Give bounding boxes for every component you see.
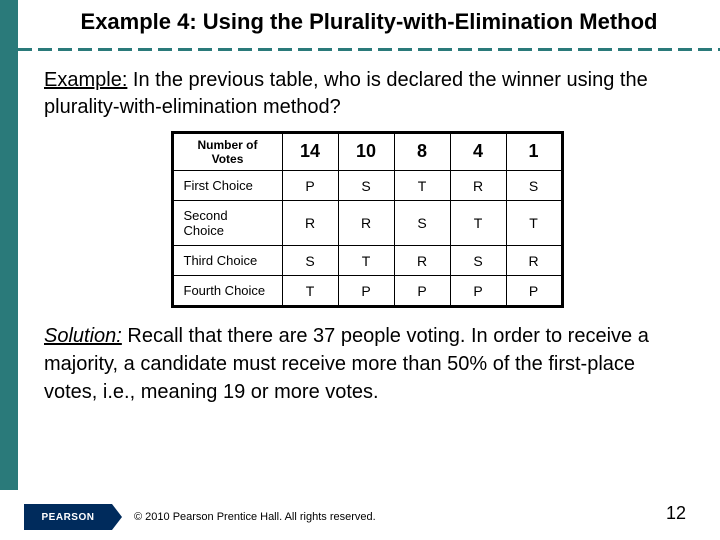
- cell: T: [506, 201, 562, 246]
- cell: P: [506, 276, 562, 307]
- solution-paragraph: Solution: Recall that there are 37 peopl…: [44, 322, 690, 406]
- header-label: Number of Votes: [172, 132, 282, 171]
- slide-content: Example: In the previous table, who is d…: [0, 57, 720, 407]
- cell: S: [506, 171, 562, 201]
- table-row: Fourth Choice T P P P P: [172, 276, 562, 307]
- cell: T: [450, 201, 506, 246]
- solution-text: Recall that there are 37 people voting. …: [44, 325, 649, 403]
- cell: R: [338, 201, 394, 246]
- cell: S: [282, 246, 338, 276]
- cell: P: [394, 276, 450, 307]
- dashed-divider: [18, 43, 720, 57]
- cell: R: [450, 171, 506, 201]
- cell: P: [338, 276, 394, 307]
- cell: R: [506, 246, 562, 276]
- col-4: 4: [450, 132, 506, 171]
- cell: S: [394, 201, 450, 246]
- slide-footer: PEARSON © 2010 Pearson Prentice Hall. Al…: [0, 494, 720, 540]
- col-1: 1: [506, 132, 562, 171]
- cell: T: [338, 246, 394, 276]
- row-label: Third Choice: [172, 246, 282, 276]
- cell: R: [394, 246, 450, 276]
- cell: P: [450, 276, 506, 307]
- pearson-logo: PEARSON: [24, 504, 112, 530]
- col-14: 14: [282, 132, 338, 171]
- example-paragraph: Example: In the previous table, who is d…: [44, 67, 690, 121]
- preference-table-wrap: Number of Votes 14 10 8 4 1 First Choice…: [44, 131, 690, 309]
- copyright-text: © 2010 Pearson Prentice Hall. All rights…: [134, 511, 376, 523]
- cell: S: [338, 171, 394, 201]
- table-row: Second Choice R R S T T: [172, 201, 562, 246]
- example-label: Example:: [44, 69, 127, 91]
- preference-table: Number of Votes 14 10 8 4 1 First Choice…: [171, 131, 564, 309]
- row-label: Fourth Choice: [172, 276, 282, 307]
- example-text: In the previous table, who is declared t…: [44, 69, 648, 118]
- slide-title-box: Example 4: Using the Plurality-with-Elim…: [18, 0, 720, 43]
- side-accent-bar: [0, 0, 18, 490]
- page-number: 12: [666, 503, 686, 524]
- cell: P: [282, 171, 338, 201]
- slide-title: Example 4: Using the Plurality-with-Elim…: [58, 8, 680, 37]
- table-row: Third Choice S T R S R: [172, 246, 562, 276]
- col-8: 8: [394, 132, 450, 171]
- table-header-row: Number of Votes 14 10 8 4 1: [172, 132, 562, 171]
- table-row: First Choice P S T R S: [172, 171, 562, 201]
- cell: S: [450, 246, 506, 276]
- row-label: First Choice: [172, 171, 282, 201]
- row-label: Second Choice: [172, 201, 282, 246]
- solution-label: Solution:: [44, 325, 122, 347]
- cell: T: [394, 171, 450, 201]
- cell: R: [282, 201, 338, 246]
- cell: T: [282, 276, 338, 307]
- col-10: 10: [338, 132, 394, 171]
